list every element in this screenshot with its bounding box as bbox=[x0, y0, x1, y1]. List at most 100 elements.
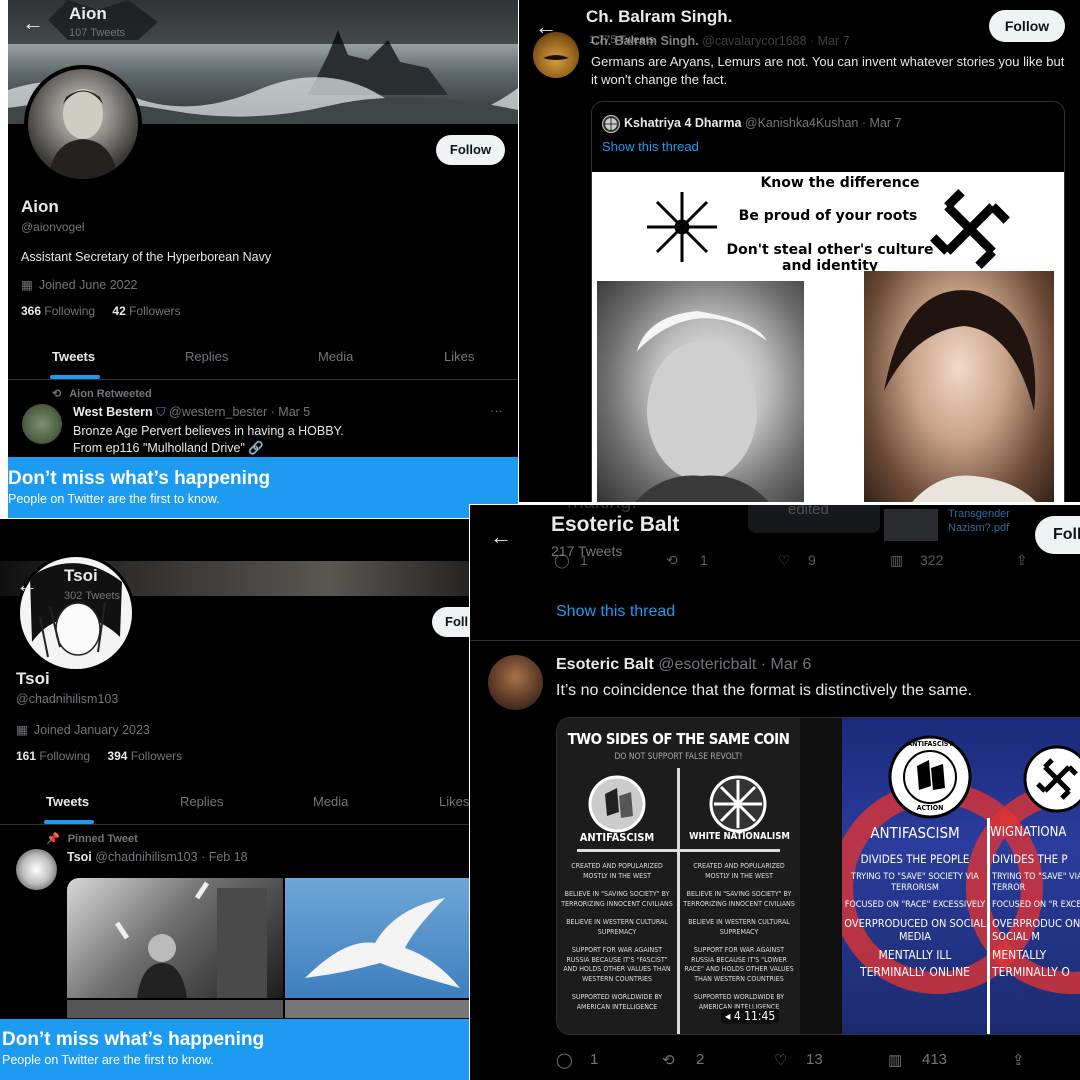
follow-button[interactable]: Foll bbox=[1035, 516, 1080, 554]
retweet-count: 2 bbox=[696, 1051, 705, 1068]
poster2-right-item: DIVIDES THE P bbox=[992, 852, 1068, 866]
tweet-avatar[interactable] bbox=[16, 849, 57, 890]
tsoi-profile-panel: ← Tsoi 302 Tweets Foll Tsoi @chadnihilis… bbox=[0, 519, 470, 1080]
following-label[interactable]: Following bbox=[39, 749, 90, 763]
bg-edited-text: edited bbox=[788, 504, 829, 518]
like-icon[interactable]: ♡ bbox=[778, 552, 791, 569]
banner-subtitle: People on Twitter are the first to know. bbox=[2, 1053, 214, 1067]
tab-tweets[interactable]: Tweets bbox=[46, 794, 89, 809]
poster2-right-items: DIVIDES THE P TRYING TO "SAVE" VIA TERRO… bbox=[992, 852, 1080, 979]
reply-count: 1 bbox=[590, 1051, 599, 1068]
poster2-left-head: ANTIFASCISM bbox=[870, 824, 960, 842]
signup-banner[interactable]: Don’t miss what’s happening People on Tw… bbox=[0, 1019, 470, 1080]
tweet-text-line1: Bronze Age Pervert believes in having a … bbox=[73, 424, 344, 438]
badge-bottom-text: ACTION bbox=[916, 804, 944, 812]
following-count[interactable]: 161 bbox=[16, 749, 36, 763]
follow-button[interactable]: Foll bbox=[432, 607, 470, 637]
poster-left-item: BELIEVE IN WESTERN CULTURAL SUPREMACY bbox=[566, 918, 668, 936]
tab-media[interactable]: Media bbox=[318, 349, 353, 364]
show-thread-link[interactable]: Show this thread bbox=[602, 139, 699, 154]
header-name: Tsoi bbox=[64, 566, 98, 585]
share-icon[interactable]: ⇪ bbox=[1012, 1051, 1025, 1069]
tweet-avatar[interactable] bbox=[488, 655, 543, 710]
like-count: 13 bbox=[806, 1051, 823, 1068]
reply-icon[interactable]: ◯ bbox=[556, 1051, 573, 1069]
media-photo-3[interactable] bbox=[67, 1000, 283, 1018]
poster-right-item: BELIEVE IN WESTERN CULTURAL SUPREMACY bbox=[688, 918, 790, 936]
views-icon[interactable]: ▥ bbox=[888, 1051, 902, 1069]
more-options-icon[interactable]: ··· bbox=[490, 403, 503, 418]
retweet-icon[interactable]: ⟲ bbox=[662, 1051, 675, 1069]
reply-icon[interactable]: ◯ bbox=[554, 552, 570, 569]
calendar-icon: ▦ bbox=[16, 723, 28, 737]
tweet-author[interactable]: Esoteric Balt bbox=[556, 656, 654, 673]
media-photo-4[interactable] bbox=[285, 1000, 470, 1018]
poster-left-item: CREATED AND POPULARIZED MOSTLY IN THE WE… bbox=[571, 862, 663, 880]
follow-button[interactable]: Follow bbox=[989, 10, 1065, 42]
poster-right-item: CREATED AND POPULARIZED MOSTLY IN THE WE… bbox=[693, 862, 785, 880]
poster-two-sides[interactable]: TWO SIDES OF THE SAME COIN DO NOT SUPPOR… bbox=[557, 718, 800, 1034]
black-sun-icon bbox=[709, 775, 767, 833]
tweet-author[interactable]: Ch. Balram Singh. bbox=[591, 34, 699, 48]
tab-replies[interactable]: Replies bbox=[185, 349, 228, 364]
poster-left-item: SUPPORTED WORLDWIDE BY AMERICAN INTELLIG… bbox=[571, 993, 663, 1011]
tab-tweets[interactable]: Tweets bbox=[52, 349, 95, 364]
following-count[interactable]: 366 bbox=[21, 304, 41, 318]
share-icon[interactable]: ⇪ bbox=[1016, 552, 1028, 569]
followers-count[interactable]: 42 bbox=[112, 304, 125, 318]
retweet-label: Aion Retweeted bbox=[69, 388, 152, 400]
signup-banner[interactable]: Don’t miss what’s happening People on Tw… bbox=[8, 457, 518, 518]
follow-counts: 366 Following 42 Followers bbox=[21, 304, 180, 318]
divider bbox=[470, 640, 1080, 641]
tweet-handle-date: @esotericbalt · Mar 6 bbox=[658, 656, 812, 673]
back-arrow-icon[interactable]: ← bbox=[22, 10, 44, 36]
media-photo-orator[interactable] bbox=[67, 878, 283, 998]
tab-replies[interactable]: Replies bbox=[180, 794, 223, 809]
following-label[interactable]: Following bbox=[44, 304, 95, 318]
meme-image[interactable]: Know the difference Be proud of your roo… bbox=[592, 172, 1064, 502]
tweet-avatar[interactable] bbox=[22, 404, 62, 444]
media-photo-bird[interactable] bbox=[285, 878, 470, 998]
tab-likes[interactable]: Likes bbox=[439, 794, 469, 809]
follow-button[interactable]: Follow bbox=[436, 135, 505, 165]
profile-handle: @aionvogel bbox=[21, 220, 85, 234]
poster-antifa-wignat[interactable]: ANTIFASCIST ACTION ANTIFASCISM WIGNATION… bbox=[842, 718, 1080, 1034]
tweet-media[interactable]: TWO SIDES OF THE SAME COIN DO NOT SUPPOR… bbox=[556, 717, 1080, 1035]
poster-right-item: SUPPORT FOR WAR AGAINST RUSSIA BECAUSE I… bbox=[684, 946, 794, 983]
doodle-background bbox=[800, 718, 842, 1034]
retweet-icon[interactable]: ⟲ bbox=[666, 552, 678, 569]
tab-likes[interactable]: Likes bbox=[444, 349, 474, 364]
banner-title: Don’t miss what’s happening bbox=[8, 468, 271, 489]
back-arrow-icon[interactable]: ← bbox=[16, 572, 38, 598]
calendar-icon: ▦ bbox=[21, 278, 33, 292]
tweet-author[interactable]: West Bestern bbox=[73, 405, 153, 419]
like-count: 9 bbox=[808, 552, 816, 568]
show-thread-link[interactable]: Show this thread bbox=[556, 603, 675, 621]
tweet-avatar[interactable] bbox=[533, 32, 579, 78]
profile-bio: Assistant Secretary of the Hyperborean N… bbox=[21, 250, 272, 264]
followers-count[interactable]: 394 bbox=[107, 749, 127, 763]
tweet-media-grid[interactable] bbox=[67, 878, 470, 1018]
poster2-left-item: TERMINALLY ONLINE bbox=[860, 965, 970, 979]
poster-left-item: BELIEVE IN "SAVING SOCIETY" BY TERRORIZI… bbox=[561, 890, 673, 908]
avatar[interactable] bbox=[24, 65, 142, 183]
followers-label[interactable]: Followers bbox=[129, 304, 180, 318]
views-icon[interactable]: ▥ bbox=[890, 552, 903, 569]
quote-tweet-card[interactable]: Kshatriya 4 Dharma @Kanishka4Kushan · Ma… bbox=[591, 101, 1065, 502]
banner-subtitle: People on Twitter are the first to know. bbox=[8, 492, 220, 506]
balt-tweet-panel: making. edited Transgender Nazism?.pdf ←… bbox=[469, 504, 1080, 1080]
tweet-handle-date: @cavalarycor1688 · Mar 7 bbox=[702, 34, 850, 48]
bg-file-name: Transgender Nazism?.pdf bbox=[948, 508, 1010, 534]
poster-left-item: SUPPORT FOR WAR AGAINST RUSSIA BECAUSE I… bbox=[563, 946, 671, 983]
tweet-author[interactable]: Tsoi bbox=[67, 850, 92, 864]
poster2-right-head: WIGNATIONA bbox=[990, 825, 1067, 840]
joined-date: Joined June 2022 bbox=[38, 278, 138, 292]
back-arrow-icon[interactable]: ← bbox=[490, 524, 512, 550]
tweet-text-line2: From ep116 "Mulholland Drive" 🔗 bbox=[73, 441, 264, 455]
like-icon[interactable]: ♡ bbox=[774, 1051, 787, 1069]
header-name: Esoteric Balt bbox=[551, 513, 680, 536]
tab-media[interactable]: Media bbox=[313, 794, 348, 809]
followers-label[interactable]: Followers bbox=[131, 749, 182, 763]
meme-photo-left bbox=[597, 281, 804, 502]
tweet-header: Ch. Balram Singh. @cavalarycor1688 · Mar… bbox=[591, 34, 850, 48]
